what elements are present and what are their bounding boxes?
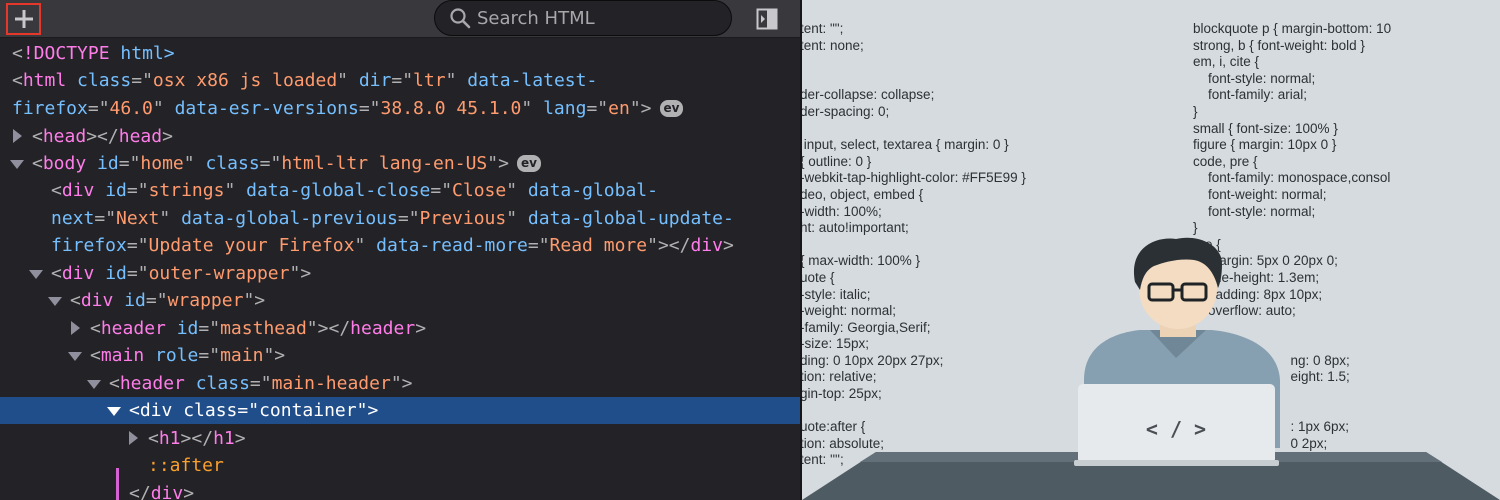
markup-node-code: <html class="osx x86 js loaded" dir="ltr… xyxy=(12,70,598,91)
markup-node-code: <!DOCTYPE html> xyxy=(12,43,175,64)
event-badge[interactable]: ev xyxy=(516,155,541,172)
expand-twisty-closed-icon[interactable] xyxy=(129,431,138,445)
markup-inspector-panel: <!DOCTYPE html> <html class="osx x86 js l… xyxy=(0,0,801,500)
markup-node-line[interactable]: <header class="main-header"> xyxy=(0,370,801,397)
markup-node-line[interactable]: <h1></h1> xyxy=(0,425,801,452)
search-html-box[interactable] xyxy=(434,0,732,36)
pseudo-element-label: ::after xyxy=(148,455,224,476)
markup-node-line[interactable]: <!DOCTYPE html> xyxy=(0,40,801,67)
expand-twisty-open-icon[interactable] xyxy=(87,380,101,389)
markup-tree[interactable]: <!DOCTYPE html> <html class="osx x86 js l… xyxy=(0,40,801,500)
markup-node-line[interactable]: ::after xyxy=(0,452,801,479)
expand-twisty-closed-icon[interactable] xyxy=(13,129,22,143)
markup-node-line[interactable]: </div> xyxy=(0,480,801,500)
markup-node-code: <header class="main-header"> xyxy=(109,373,413,394)
markup-node-code: firefox="46.0" data-esr-versions="38.8.0… xyxy=(12,95,684,122)
expand-twisty-open-icon[interactable] xyxy=(10,160,24,169)
add-node-button[interactable] xyxy=(6,3,41,35)
markup-node-line[interactable]: <div id="outer-wrapper"> xyxy=(0,260,801,287)
markup-node-line[interactable]: <div id="wrapper"> xyxy=(0,287,801,314)
expand-twisty-closed-icon[interactable] xyxy=(71,321,80,335)
expand-twisty-open-icon[interactable] xyxy=(107,407,121,416)
markup-node-line[interactable]: <head></head> xyxy=(0,123,801,150)
event-badge[interactable]: ev xyxy=(659,100,684,117)
markup-node-code: <head></head> xyxy=(32,126,173,147)
markup-node-code: firefox="Update your Firefox" data-read-… xyxy=(51,235,734,256)
search-html-input[interactable] xyxy=(477,7,717,29)
developer-illustration: tent: ""; tent: none; der-collapse: coll… xyxy=(802,0,1500,500)
markup-node-code: <body id="home" class="html-ltr lang-en-… xyxy=(32,150,541,177)
markup-node-code: <div id="wrapper"> xyxy=(70,290,266,311)
developer-scene: < / > xyxy=(802,237,1500,500)
markup-node-selected[interactable]: <div class="container"> xyxy=(0,397,801,424)
markup-node-code: next="Next" data-global-previous="Previo… xyxy=(51,208,734,229)
expand-twisty-open-icon[interactable] xyxy=(48,297,62,306)
inspector-toolbar xyxy=(0,0,801,38)
expand-twisty-open-icon[interactable] xyxy=(29,270,43,279)
markup-node-line[interactable]: next="Next" data-global-previous="Previo… xyxy=(0,205,801,232)
magnifier-icon xyxy=(450,8,471,29)
markup-node-line[interactable]: firefox="Update your Firefox" data-read-… xyxy=(0,232,801,259)
markup-node-code: <main role="main"> xyxy=(90,345,286,366)
markup-node-line[interactable]: <main role="main"> xyxy=(0,342,801,369)
markup-node-line[interactable]: firefox="46.0" data-esr-versions="38.8.0… xyxy=(0,95,801,122)
sidebar-toggle-icon[interactable] xyxy=(756,8,778,30)
markup-node-code: <header id="masthead"></header> xyxy=(90,318,427,339)
markup-node-code: <div id="outer-wrapper"> xyxy=(51,263,312,284)
markup-node-code: <div id="strings" data-global-close="Clo… xyxy=(51,180,658,201)
markup-node-code: <div class="container"> xyxy=(129,400,379,421)
laptop-code-label: < / > xyxy=(1146,417,1206,441)
plus-icon xyxy=(14,10,33,28)
markup-node-line[interactable]: <header id="masthead"></header> xyxy=(0,315,801,342)
markup-node-code: </div> xyxy=(129,483,195,500)
markup-node-line[interactable]: <body id="home" class="html-ltr lang-en-… xyxy=(0,150,801,177)
expand-twisty-open-icon[interactable] xyxy=(68,352,82,361)
markup-node-line[interactable]: <div id="strings" data-global-close="Clo… xyxy=(0,177,801,204)
markup-node-code: <h1></h1> xyxy=(148,428,246,449)
markup-node-line[interactable]: <html class="osx x86 js loaded" dir="ltr… xyxy=(0,67,801,94)
